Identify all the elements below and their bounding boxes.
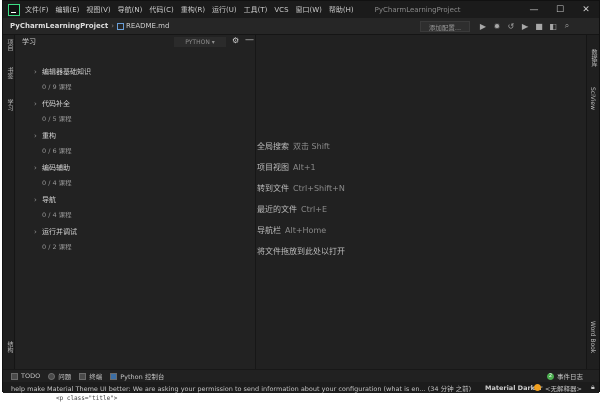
close-button[interactable]: ✕ [573,1,599,18]
rerun-icon[interactable]: ↺ [505,20,517,32]
run-toolbar: ▶ ✹ ↺ ▶̶ ■ ◧ ⌕ [477,20,575,32]
debug-icon[interactable]: ✹ [491,20,503,32]
menu-view[interactable]: 视图(V) [86,5,110,15]
lesson-module[interactable]: › 编码辅助 0 / 4 课程 [34,163,72,187]
hide-panel-icon[interactable]: — [245,35,254,45]
interpreter-selector[interactable]: <无解释器> [545,383,582,393]
chevron-right-icon: › [34,132,37,140]
right-tool-stripe: 数据库 SciView Word Book [586,35,599,369]
structure-tool-tab[interactable]: 结构 [5,341,14,353]
lesson-title: 编辑器基础知识 [42,68,91,76]
editor-empty-hints: 全局搜索 双击 Shift 项目视图 Alt+1 转到文件 Ctrl+Shift+N … [257,141,345,267]
hint-drop-files: 将文件拖放到此处以打开 [257,247,345,256]
chevron-right-icon: › [34,164,37,172]
lesson-progress: 0 / 5 课程 [42,115,72,123]
lesson-module[interactable]: › 运行并调试 0 / 2 课程 [34,227,77,251]
lesson-progress: 0 / 6 课程 [42,147,72,155]
event-log-button[interactable]: 2 事件日志 [547,371,583,381]
search-icon[interactable]: ⌕ [561,20,573,32]
breadcrumb-separator: › [111,22,115,30]
menu-bar: 文件(F) 编辑(E) 视图(V) 导航(N) 代码(C) 重构(R) 运行(U… [3,1,599,18]
markdown-file-icon [117,22,125,30]
lesson-title: 重构 [42,132,56,140]
todo-tool-button[interactable]: TODO [11,372,40,380]
breadcrumb-file[interactable]: README.md [117,22,169,30]
lesson-title: 运行并调试 [42,228,77,236]
stop-icon[interactable]: ■ [533,20,545,32]
lesson-module[interactable]: › 重构 0 / 6 课程 [34,131,72,155]
terminal-tool-button[interactable]: 终端 [79,371,102,381]
run-coverage-icon[interactable]: ▶̶ [519,20,531,32]
ide-window: 文件(F) 编辑(E) 视图(V) 导航(N) 代码(C) 重构(R) 运行(U… [2,0,600,393]
minimize-button[interactable]: — [521,1,547,18]
menu-help[interactable]: 帮助(H) [329,5,354,15]
language-select-label: PYTHON [185,38,210,46]
project-tool-tab[interactable]: 项目 [5,39,14,51]
chevron-right-icon: › [34,100,37,108]
problems-tool-button[interactable]: 问题 [48,371,71,381]
learn-panel: 学习 PYTHON ▾ ⚙ — › 编辑器基础知识 0 / 9 课程 › 代码补全 … [16,35,256,369]
menu-run[interactable]: 运行(U) [212,5,237,15]
window-title: PyCharmLearningProject [374,5,461,14]
lesson-progress: 0 / 4 课程 [42,179,72,187]
breadcrumb-project[interactable]: PyCharmLearningProject [10,22,108,30]
learn-panel-title: 学习 [22,38,36,46]
lesson-module[interactable]: › 编辑器基础知识 0 / 9 课程 [34,67,91,91]
lesson-module[interactable]: › 导航 0 / 4 课程 [34,195,72,219]
pycharm-logo-icon [8,3,20,16]
status-message[interactable]: help make Material Theme UI better: We a… [11,383,481,393]
menu-edit[interactable]: 编辑(E) [56,5,80,15]
bookmarks-tool-tab[interactable]: 书签 [5,67,14,79]
hint-project-view: 项目视图 Alt+1 [257,163,316,172]
theme-color-icon [534,384,541,391]
run-icon[interactable]: ▶ [477,20,489,32]
lesson-title: 导航 [42,196,56,204]
chevron-down-icon: ▾ [209,38,215,46]
python-icon [110,372,118,380]
info-icon [48,372,56,380]
menu-code[interactable]: 代码(C) [149,5,173,15]
python-console-tool-button[interactable]: Python 控制台 [110,371,164,381]
navigation-bar: PyCharmLearningProject › README.md 添加配置.… [3,18,599,35]
menu-window[interactable]: 窗口(W) [296,5,322,15]
layout-icon[interactable]: ◧ [547,20,559,32]
lesson-progress: 0 / 2 课程 [42,243,72,251]
database-tool-tab[interactable]: 数据库 [589,49,598,67]
hint-navigation-bar: 导航栏 Alt+Home [257,226,327,235]
background-code-snippet: <p class="title"> [56,395,118,402]
window-controls: — ☐ ✕ [521,1,599,18]
terminal-icon [79,372,87,380]
chevron-right-icon: › [34,228,37,236]
learn-panel-header: 学习 PYTHON ▾ ⚙ — [16,35,255,49]
status-bar: help make Material Theme UI better: We a… [3,382,599,393]
lesson-module[interactable]: › 代码补全 0 / 5 课程 [34,99,72,123]
event-log-count-icon: 2 [547,372,554,380]
word-book-tool-tab[interactable]: Word Book [589,321,596,353]
hint-go-to-file: 转到文件 Ctrl+Shift+N [257,184,345,193]
menu-refactor[interactable]: 重构(R) [181,5,205,15]
lesson-progress: 0 / 9 课程 [42,83,72,91]
list-icon [11,372,18,380]
lesson-title: 编码辅助 [42,164,70,172]
menu-navigate[interactable]: 导航(N) [118,5,143,15]
sciview-tool-tab[interactable]: SciView [589,87,596,110]
lock-icon[interactable]: 🔒︎ [591,383,595,392]
bottom-tool-bar: TODO 问题 终端 Python 控制台 2 事件日志 [3,369,599,382]
menu-vcs[interactable]: VCS [274,6,288,14]
language-select[interactable]: PYTHON ▾ [174,37,226,47]
lesson-progress: 0 / 4 课程 [42,211,72,219]
gear-icon[interactable]: ⚙ [232,36,239,45]
breadcrumb-file-label: README.md [126,22,170,30]
hint-search-everywhere: 全局搜索 双击 Shift [257,142,330,151]
lesson-title: 代码补全 [42,100,70,108]
learn-tool-tab[interactable]: 学习 [5,99,14,111]
chevron-right-icon: › [34,196,37,204]
hint-recent-files: 最近的文件 Ctrl+E [257,205,327,214]
left-tool-stripe: 项目 书签 学习 结构 [3,35,15,369]
add-configuration-button[interactable]: 添加配置... [420,21,470,32]
menu-tools[interactable]: 工具(T) [244,5,268,15]
chevron-right-icon: › [34,68,37,76]
menu-file[interactable]: 文件(F) [25,5,49,15]
maximize-button[interactable]: ☐ [547,1,573,18]
